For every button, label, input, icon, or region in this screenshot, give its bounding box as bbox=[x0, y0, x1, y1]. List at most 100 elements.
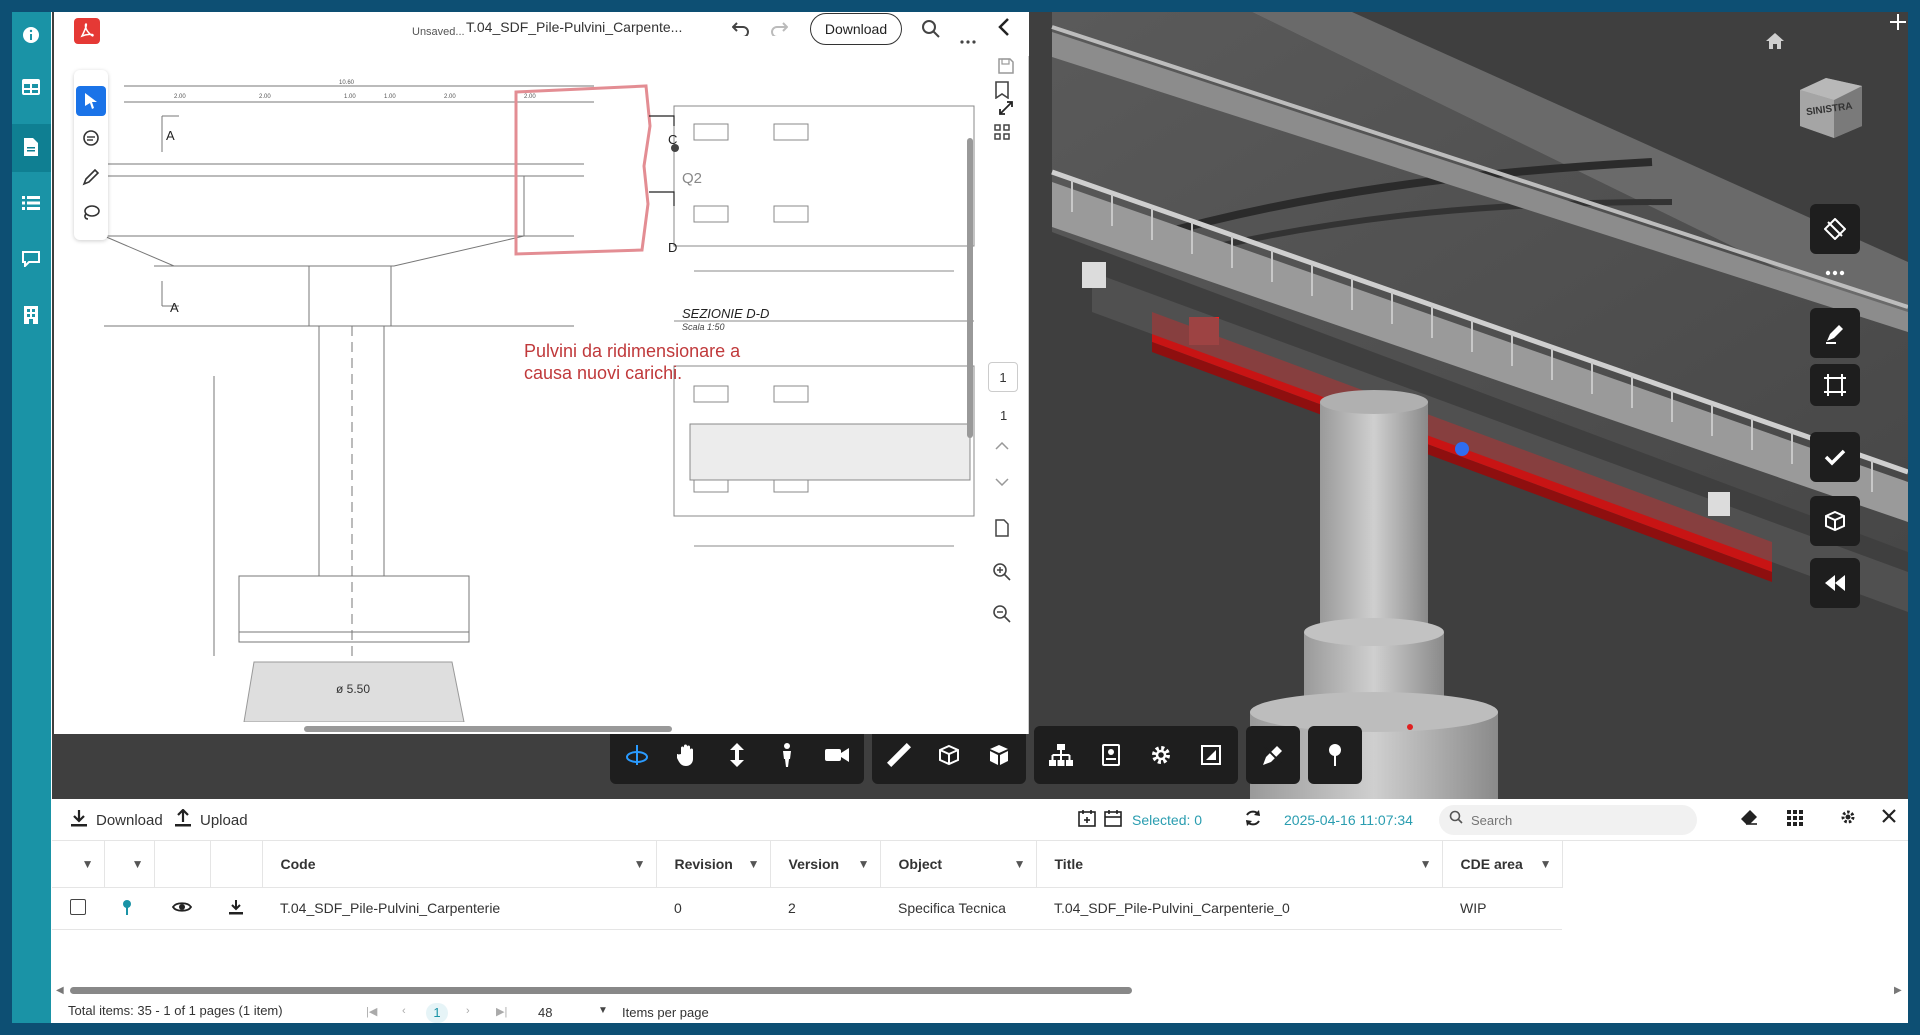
header-revision[interactable]: Revision ▼ bbox=[656, 841, 771, 888]
zoom-out-icon[interactable] bbox=[990, 602, 1014, 626]
header-filter-select[interactable]: ▼ bbox=[52, 841, 105, 888]
last-page-icon[interactable]: ▶| bbox=[496, 1005, 507, 1018]
collapse-panel-icon[interactable] bbox=[998, 18, 1018, 42]
scroll-left-icon[interactable]: ◀ bbox=[56, 985, 64, 996]
row-code: T.04_SDF_Pile-Pulvini_Carpenterie bbox=[262, 887, 656, 930]
filter-icon[interactable]: ▼ bbox=[858, 857, 870, 871]
redo-icon[interactable] bbox=[770, 20, 789, 41]
prev-page-icon[interactable]: ‹ bbox=[402, 1005, 406, 1017]
settings-gear-icon[interactable] bbox=[1140, 734, 1182, 776]
header-code[interactable]: Code ▼ bbox=[262, 841, 657, 888]
walk-person-icon[interactable] bbox=[766, 734, 808, 776]
building-icon[interactable] bbox=[18, 302, 44, 328]
document-icon[interactable] bbox=[18, 134, 44, 160]
home-icon[interactable] bbox=[1766, 32, 1784, 55]
location-pin-icon[interactable] bbox=[1314, 734, 1356, 776]
items-per-page-select[interactable]: 48 bbox=[538, 1005, 552, 1020]
expand-icon[interactable] bbox=[998, 100, 1014, 121]
properties-icon[interactable] bbox=[1090, 734, 1132, 776]
add-icon[interactable] bbox=[1890, 14, 1908, 32]
filter-icon[interactable]: ▼ bbox=[634, 857, 646, 871]
save-icon[interactable] bbox=[998, 58, 1014, 79]
explode-model-icon[interactable] bbox=[928, 734, 970, 776]
zoom-in-icon[interactable] bbox=[990, 560, 1014, 584]
filter-icon[interactable]: ▼ bbox=[748, 857, 760, 871]
download-icon[interactable] bbox=[228, 899, 244, 918]
callout-q2-label: Q2 bbox=[682, 170, 703, 187]
comment-icon[interactable] bbox=[18, 246, 44, 272]
filter-icon[interactable]: ▼ bbox=[82, 857, 94, 871]
current-page[interactable]: 1 bbox=[426, 1003, 448, 1023]
view-cube[interactable]: SINISTRA bbox=[1796, 70, 1866, 140]
eraser-clear-icon[interactable] bbox=[1740, 809, 1758, 825]
grid-view-icon[interactable] bbox=[1786, 809, 1804, 827]
pen-draw-icon[interactable] bbox=[76, 162, 106, 192]
thumbnails-grid-icon[interactable] bbox=[990, 120, 1014, 144]
model-tree-icon[interactable] bbox=[1040, 734, 1082, 776]
page-number-input[interactable]: 1 bbox=[988, 362, 1018, 392]
calendar-icon[interactable] bbox=[1104, 809, 1122, 827]
upload-button[interactable]: Upload bbox=[174, 808, 248, 832]
header-object[interactable]: Object ▼ bbox=[880, 841, 1037, 888]
zoom-dolly-icon[interactable] bbox=[716, 734, 758, 776]
model-cube-icon[interactable] bbox=[978, 734, 1020, 776]
refresh-icon[interactable] bbox=[1244, 809, 1262, 827]
fullscreen-icon[interactable] bbox=[1190, 734, 1232, 776]
page-fit-icon[interactable] bbox=[990, 516, 1014, 540]
list-icon[interactable] bbox=[18, 190, 44, 216]
next-page-icon[interactable]: › bbox=[466, 1005, 470, 1017]
page-up-icon[interactable] bbox=[990, 434, 1014, 458]
filter-icon[interactable]: ▼ bbox=[132, 857, 144, 871]
filter-icon[interactable]: ▼ bbox=[1014, 857, 1026, 871]
ruler-measure-icon[interactable] bbox=[878, 734, 920, 776]
pan-hand-icon[interactable] bbox=[666, 734, 708, 776]
3d-box-button[interactable] bbox=[1810, 496, 1860, 546]
confirm-check-button[interactable] bbox=[1810, 432, 1860, 482]
pdf-download-button[interactable]: Download bbox=[810, 13, 902, 45]
rewind-icon[interactable] bbox=[1810, 558, 1860, 608]
table-row[interactable]: T.04_SDF_Pile-Pulvini_Carpenterie 0 2 Sp… bbox=[52, 887, 1562, 930]
header-revision-label: Revision bbox=[674, 855, 733, 872]
chevron-down-icon[interactable]: ▼ bbox=[598, 1005, 608, 1016]
page-down-icon[interactable] bbox=[990, 470, 1014, 494]
section-plane-button[interactable] bbox=[1810, 204, 1860, 254]
comment-note-icon[interactable] bbox=[76, 124, 106, 154]
select-pointer-icon[interactable] bbox=[76, 86, 106, 116]
pdf-drawing-canvas[interactable]: 2.00 2.00 1.00 1.00 2.00 2.00 10.60 A A … bbox=[54, 56, 976, 723]
document-grid-panel: Download Upload Selected: 0 2025-04-16 1… bbox=[52, 799, 1908, 1023]
orbit-icon[interactable] bbox=[616, 734, 658, 776]
pdf-horizontal-scrollbar[interactable] bbox=[64, 724, 964, 734]
info-icon[interactable] bbox=[18, 22, 44, 48]
grid-settings-icon[interactable] bbox=[1840, 809, 1856, 825]
pdf-vertical-scrollbar[interactable] bbox=[966, 68, 974, 720]
location-pin-icon[interactable] bbox=[122, 899, 132, 918]
camera-icon[interactable] bbox=[816, 734, 858, 776]
edit-tools-icon[interactable] bbox=[1252, 734, 1294, 776]
undo-icon[interactable] bbox=[731, 20, 750, 41]
grid-horizontal-scrollbar[interactable]: ◀ ▶ bbox=[52, 983, 1908, 997]
header-title[interactable]: Title ▼ bbox=[1036, 841, 1443, 888]
header-version[interactable]: Version ▼ bbox=[770, 841, 881, 888]
filter-icon[interactable]: ▼ bbox=[1420, 857, 1432, 871]
lasso-icon[interactable] bbox=[76, 198, 106, 228]
calendar-add-icon[interactable] bbox=[1078, 809, 1096, 827]
header-filter-pin[interactable]: ▼ bbox=[104, 841, 155, 888]
pdf-header: Unsaved... T.04_SDF_Pile-Pulvini_Carpent… bbox=[54, 12, 1029, 56]
row-checkbox[interactable] bbox=[70, 898, 86, 915]
more-icon[interactable] bbox=[1810, 258, 1860, 288]
bookmark-icon[interactable] bbox=[990, 78, 1014, 102]
header-cde-area[interactable]: CDE area ▼ bbox=[1442, 841, 1563, 888]
table-icon[interactable] bbox=[18, 74, 44, 100]
download-button[interactable]: Download bbox=[70, 809, 163, 832]
search-input[interactable] bbox=[1471, 809, 1671, 831]
markup-pen-button[interactable] bbox=[1810, 308, 1860, 358]
filter-icon[interactable]: ▼ bbox=[1540, 857, 1552, 871]
scroll-right-icon[interactable]: ▶ bbox=[1894, 985, 1902, 996]
search-icon[interactable] bbox=[922, 20, 940, 43]
annotation-note[interactable]: Pulvini da ridimensionare a causa nuovi … bbox=[524, 340, 740, 384]
fit-selection-button[interactable] bbox=[1810, 364, 1860, 406]
more-options-icon[interactable] bbox=[960, 28, 976, 49]
eye-icon[interactable] bbox=[171, 900, 193, 916]
first-page-icon[interactable]: |◀ bbox=[366, 1005, 377, 1018]
close-icon[interactable] bbox=[1882, 809, 1896, 823]
